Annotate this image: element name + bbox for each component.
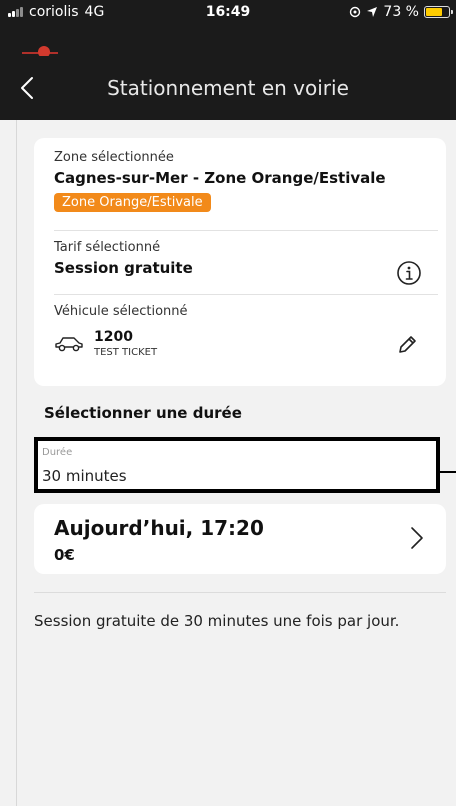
vehicle-name: TEST TICKET <box>94 347 158 358</box>
vehicle-plate: 1200 <box>94 329 133 345</box>
duration-field-label: Durée <box>42 447 73 458</box>
footer-note: Session gratuite de 30 minutes une fois … <box>34 612 400 630</box>
info-icon[interactable] <box>396 260 422 286</box>
page-title: Stationnement en voirie <box>107 76 349 100</box>
divider <box>54 230 438 231</box>
tarif-label: Tarif sélectionné <box>54 240 161 255</box>
battery-percent: 73 % <box>383 4 419 20</box>
schedule-time: Aujourd’hui, 17:20 <box>54 516 264 540</box>
orientation-lock-icon <box>350 6 361 18</box>
status-right: 73 % <box>349 4 453 20</box>
tarif-section[interactable]: Tarif sélectionné Session gratuite <box>54 240 438 292</box>
duration-field[interactable]: Durée 30 minutes <box>34 437 440 493</box>
vehicle-label: Véhicule sélectionné <box>54 304 188 319</box>
battery-icon <box>424 6 453 18</box>
zone-label: Zone sélectionnée <box>54 150 174 165</box>
divider <box>34 592 446 593</box>
zone-badge: Zone Orange/Estivale <box>54 193 211 212</box>
vehicle-info: 1200 TEST TICKET <box>54 329 438 358</box>
nav-bar: Stationnement en voirie <box>0 56 456 120</box>
car-icon <box>55 336 83 351</box>
zone-value: Cagnes-sur-Mer - Zone Orange/Estivale <box>54 169 386 187</box>
duration-field-value: 30 minutes <box>42 467 127 485</box>
duration-section-title: Sélectionner une durée <box>44 404 242 422</box>
divider <box>54 294 438 295</box>
vehicle-text: 1200 TEST TICKET <box>94 329 157 358</box>
chevron-right-icon <box>411 527 423 549</box>
main-content: Zone sélectionnée Cagnes-sur-Mer - Zone … <box>0 120 456 806</box>
location-icon <box>367 7 378 17</box>
status-bar: coriolis 4G 16:49 73 % <box>0 0 456 26</box>
schedule-card[interactable]: Aujourd’hui, 17:20 0€ <box>34 504 446 574</box>
selection-card: Zone sélectionnée Cagnes-sur-Mer - Zone … <box>34 138 446 386</box>
schedule-price: 0€ <box>54 546 75 564</box>
pencil-icon[interactable] <box>396 334 418 356</box>
tarif-value: Session gratuite <box>54 259 193 277</box>
header-decoration <box>0 26 456 58</box>
zone-section[interactable]: Zone sélectionnée Cagnes-sur-Mer - Zone … <box>54 150 438 212</box>
annotation-connector <box>440 471 456 473</box>
vehicle-section[interactable]: Véhicule sélectionné 1200 TEST TICKET <box>54 304 438 380</box>
